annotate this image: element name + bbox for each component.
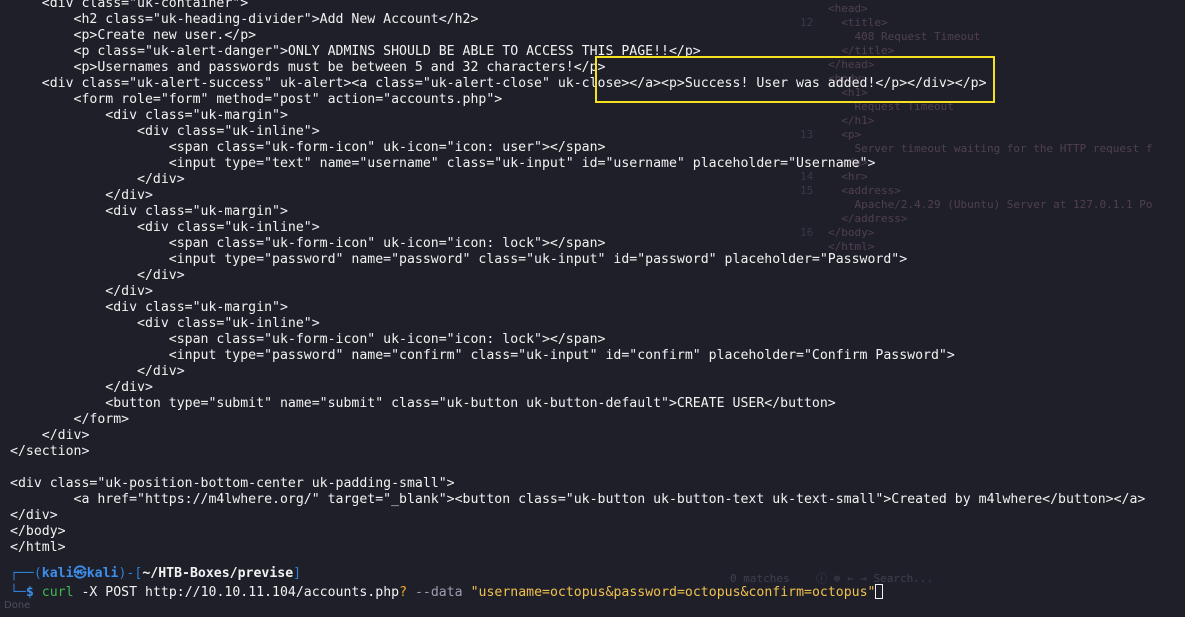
terminal-output-line: <button type="submit" name="submit" clas… <box>10 396 836 411</box>
terminal-output-line: <div class="uk-inline"> <box>10 124 320 139</box>
prompt-corner-top: ┌──( <box>10 566 42 581</box>
command-data-argument: "username=octopus&password=octopus&confi… <box>470 585 876 600</box>
terminal-output-line: <h2 class="uk-heading-divider">Add New A… <box>10 12 479 27</box>
terminal-output-line: <a href="https://m4lwhere.org/" target="… <box>10 492 1146 507</box>
terminal-output-line: <div class="uk-inline"> <box>10 220 320 235</box>
command-option: --data <box>407 585 471 600</box>
success-highlight-box <box>595 56 995 103</box>
command-line[interactable]: └─$ curl -X POST http://10.10.11.104/acc… <box>10 584 884 600</box>
terminal-output-line: <form role="form" method="post" action="… <box>10 92 503 107</box>
terminal-output-line: </section> <box>10 444 90 459</box>
terminal-output-line: <div class="uk-container"> <box>10 0 249 11</box>
terminal-output-line: <span class="uk-form-icon" uk-icon="icon… <box>10 332 606 347</box>
terminal-output-line: </div> <box>10 428 90 443</box>
terminal-output-line: </html> <box>10 540 66 555</box>
terminal-output-line: </div> <box>10 364 185 379</box>
terminal-output-line: <input type="text" name="username" class… <box>10 156 876 171</box>
terminal-output-line: <div class="uk-margin"> <box>10 108 288 123</box>
command-args: -X POST http://10.10.11.104/accounts.php <box>73 585 400 600</box>
terminal-output-line: <span class="uk-form-icon" uk-icon="icon… <box>10 140 606 155</box>
status-done-label: Done <box>4 600 31 611</box>
prompt-mid: )-[ <box>118 566 143 581</box>
terminal-output-line: <div class="uk-inline"> <box>10 316 320 331</box>
prompt-dollar: $ <box>25 585 42 600</box>
prompt-cwd: ~/HTB-Boxes/previse <box>142 566 294 581</box>
terminal-output-line: <div class="uk-margin"> <box>10 204 288 219</box>
terminal-output-line: </div> <box>10 508 58 523</box>
terminal-output-line: <input type="password" name="password" c… <box>10 252 908 267</box>
terminal-window[interactable]: <div class="uk-container"> <h2 class="uk… <box>0 0 1185 617</box>
terminal-cursor <box>875 584 884 599</box>
terminal-output-line: <p>Usernames and passwords must be betwe… <box>10 60 606 75</box>
prompt-corner-bottom: └─ <box>10 585 26 600</box>
terminal-output-line: </form> <box>10 412 130 427</box>
terminal-output-line: <div class="uk-position-bottom-center uk… <box>10 476 455 491</box>
terminal-output-line: </body> <box>10 524 66 539</box>
command-query-mark: ? <box>399 585 408 600</box>
terminal-output-line: </div> <box>10 188 153 203</box>
command-name: curl <box>41 585 74 600</box>
terminal-output-line: </div> <box>10 268 185 283</box>
terminal-output-line: </div> <box>10 284 153 299</box>
prompt-close: ] <box>293 566 302 581</box>
prompt-user-host: kali㉿kali <box>41 566 119 581</box>
ghost-search-toolbar: 0 matches ⓘ ⊕ ← → Search... <box>730 572 934 585</box>
terminal-output-line: <input type="password" name="confirm" cl… <box>10 348 955 363</box>
terminal-output-line: <p>Create new user.</p> <box>10 28 257 43</box>
terminal-output-line: <span class="uk-form-icon" uk-icon="icon… <box>10 236 606 251</box>
terminal-output-line: </div> <box>10 380 153 395</box>
prompt-header-line: ┌──(kali㉿kali)-[~/HTB-Boxes/previse] <box>10 566 301 582</box>
terminal-output-line: <div class="uk-margin"> <box>10 300 288 315</box>
terminal-output-line: </div> <box>10 172 185 187</box>
